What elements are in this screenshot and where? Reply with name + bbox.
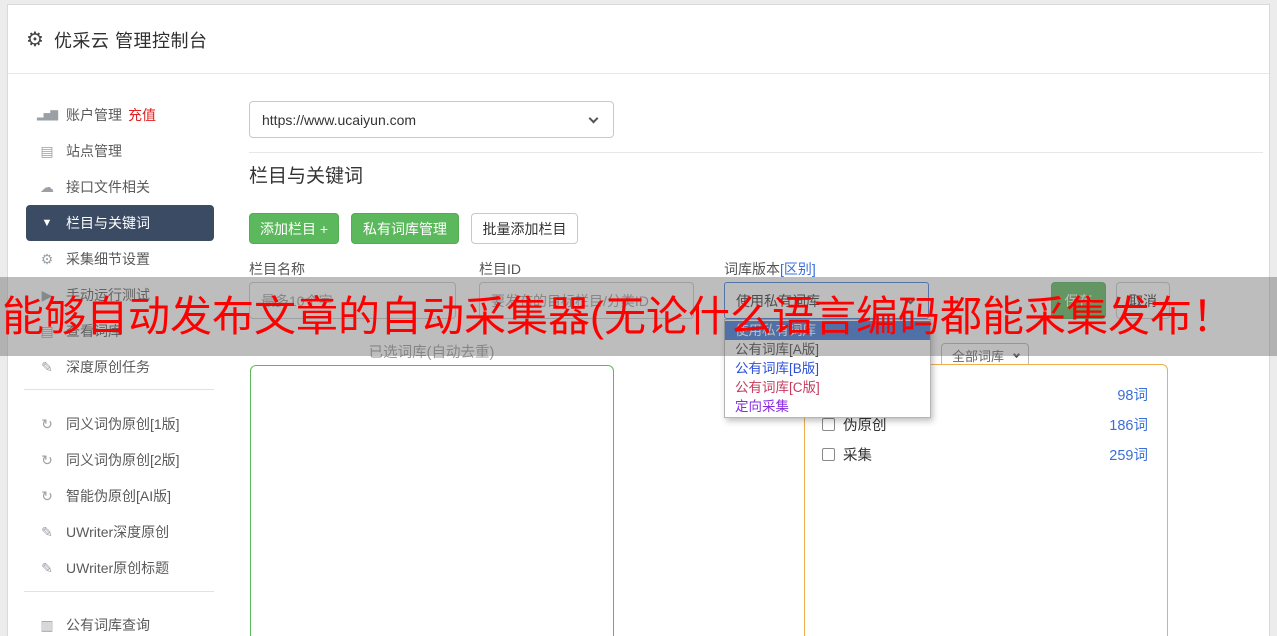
sidebar-item-synonym-1[interactable]: ↻ 同义词伪原创[1版] [26,406,214,442]
selected-thesaurus-box[interactable] [250,365,614,636]
sidebar-item-label: 智能伪原创[AI版] [66,488,172,504]
thesaurus-word-count: 186词 [1109,417,1148,434]
column-name-label: 栏目名称 [249,261,305,277]
sidebar-item-ai-rewrite[interactable]: ↻ 智能伪原创[AI版] [26,478,214,514]
thesaurus-version-label: 词库版本[区别] [724,259,816,279]
thesaurus-row: 采集 259词 [805,439,1167,469]
sidebar-divider [24,389,214,390]
sidebar-item-label: 栏目与关键词 [66,215,150,231]
server-icon: ▤ [40,142,54,159]
sidebar-item-uwriter-title[interactable]: ✎ UWriter原创标题 [26,550,214,586]
site-select[interactable]: https://www.ucaiyun.com [249,101,614,138]
gears-icon: ⚙ [40,250,54,267]
content-divider [249,152,1263,153]
dropdown-option-public-b[interactable]: 公有词库[B版] [725,359,930,378]
sidebar-nav-rewrite: ↻ 同义词伪原创[1版] ↻ 同义词伪原创[2版] ↻ 智能伪原创[AI版] ✎… [26,406,214,586]
version-diff-link[interactable]: [区别] [780,261,816,277]
sidebar-item-collect-settings[interactable]: ⚙ 采集细节设置 [26,241,214,277]
sidebar-item-uwriter-deep[interactable]: ✎ UWriter深度原创 [26,514,214,550]
funnel-icon: ▼ [41,217,53,229]
sidebar-item-account[interactable]: ▂▅▇ 账户管理 充值 [26,97,214,133]
refresh-icon: ↻ [41,487,53,504]
sidebar-item-label: UWriter深度原创 [66,524,170,540]
thesaurus-version-text: 词库版本 [724,261,780,277]
top-header: ⚙ 优采云 管理控制台 [8,5,1269,74]
cloud-upload-icon: ☁ [40,178,54,195]
recharge-link[interactable]: 充值 [128,105,156,125]
sidebar-item-columns-keywords[interactable]: ▼ 栏目与关键词 [26,205,214,241]
sidebar-item-label: 采集细节设置 [66,251,150,267]
sidebar-item-interface-files[interactable]: ☁ 接口文件相关 [26,169,214,205]
edit-icon: ✎ [41,523,53,540]
refresh-icon: ↻ [41,451,53,468]
sidebar-item-sites[interactable]: ▤ 站点管理 [26,133,214,169]
add-column-button[interactable]: 添加栏目 + [249,213,339,244]
private-thesaurus-button[interactable]: 私有词库管理 [351,213,459,244]
sidebar-item-label: 公有词库查询 [66,617,150,633]
sidebar-nav-query: ▥ 公有词库查询 [26,607,214,636]
thesaurus-word-count: 98词 [1117,387,1148,404]
sidebar-item-synonym-2[interactable]: ↻ 同义词伪原创[2版] [26,442,214,478]
sidebar-item-label: 站点管理 [66,143,122,159]
thesaurus-row-label: 采集 [843,447,872,464]
bar-chart-icon: ▂▅▇ [36,109,58,121]
page-title: 栏目与关键词 [249,166,364,187]
book-icon: ▥ [40,616,54,633]
watermark-band [0,277,1277,356]
sidebar-divider [24,591,214,592]
app-title: 优采云 管理控制台 [53,30,208,51]
sidebar-item-label: 账户管理 [66,107,122,123]
chevron-down-icon [588,113,599,124]
column-id-label: 栏目ID [479,261,521,277]
dropdown-option-public-c[interactable]: 公有词库[C版] [725,378,930,397]
dropdown-option-directed[interactable]: 定向采集 [725,397,930,416]
thesaurus-word-count: 259词 [1109,447,1148,464]
sidebar-item-public-thesaurus-query[interactable]: ▥ 公有词库查询 [26,607,214,636]
gear-icon: ⚙ [26,28,44,51]
thesaurus-checkbox[interactable] [822,417,835,431]
site-select-value: https://www.ucaiyun.com [262,111,417,128]
edit-icon: ✎ [41,358,53,375]
refresh-icon: ↻ [41,415,53,432]
sidebar-item-label: 同义词伪原创[2版] [66,452,180,468]
sidebar-item-label: UWriter原创标题 [66,560,170,576]
thesaurus-checkbox[interactable] [822,447,835,461]
sidebar-item-label: 接口文件相关 [66,179,150,195]
sidebar-item-label: 深度原创任务 [66,359,150,375]
sidebar-item-label: 同义词伪原创[1版] [66,416,180,432]
edit-icon: ✎ [41,559,53,576]
batch-add-button[interactable]: 批量添加栏目 [471,213,578,244]
